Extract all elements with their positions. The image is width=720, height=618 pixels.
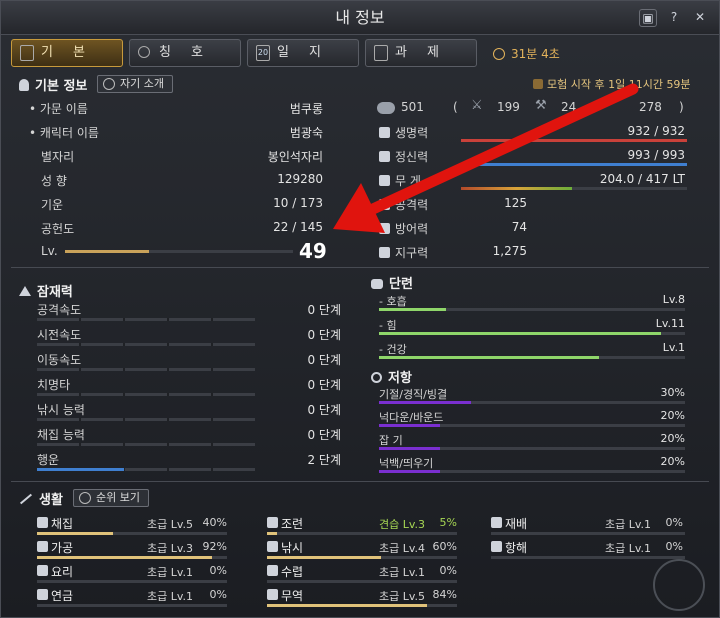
annotation-arrow bbox=[333, 83, 639, 233]
character-info-window: 내 정보 ▣ ? ✕ 기 본 칭 호 20 일 지 과 제 31분 4초 기본 … bbox=[0, 0, 720, 618]
annotation-arrow-shaft bbox=[367, 83, 639, 215]
